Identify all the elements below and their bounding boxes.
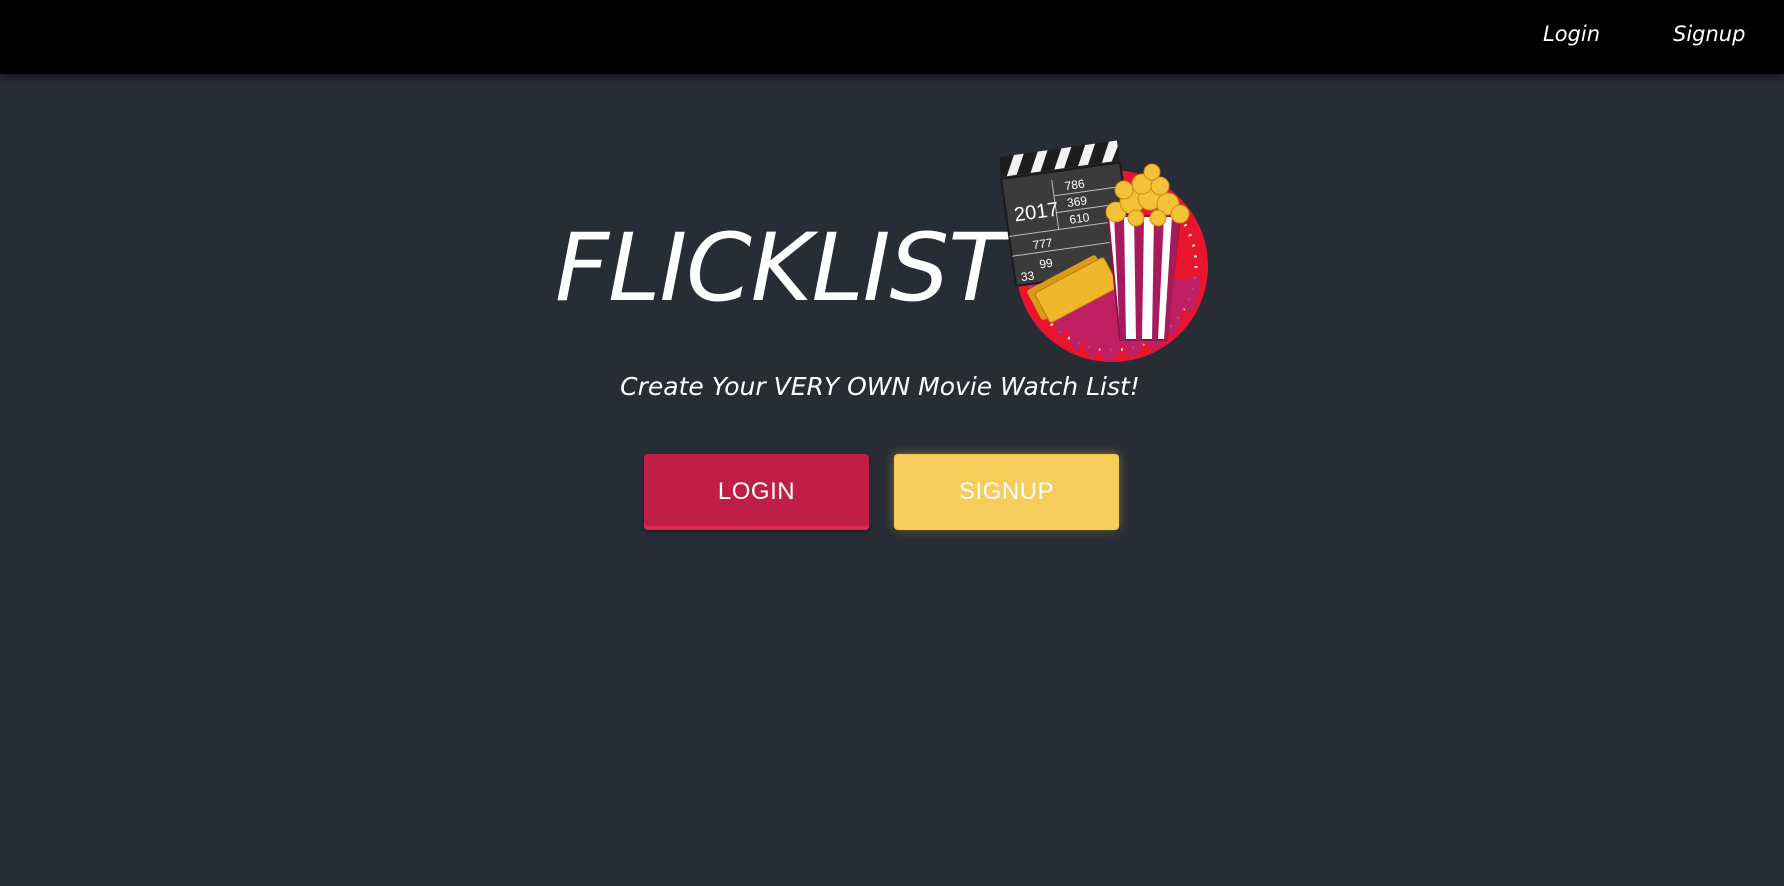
svg-text:33: 33 xyxy=(1020,268,1035,284)
svg-text:777: 777 xyxy=(1032,236,1054,253)
top-navbar: Login Signup xyxy=(0,0,1784,74)
brand-title: FLICKLIST xyxy=(555,214,1006,323)
tagline: Create Your VERY OWN Movie Watch List! xyxy=(620,372,1140,401)
nav-login-link[interactable]: Login xyxy=(1543,22,1600,46)
movie-logo-icon: 2017 786 369 610 777 99 33 xyxy=(1000,140,1208,362)
svg-text:369: 369 xyxy=(1066,193,1088,210)
svg-text:99: 99 xyxy=(1038,256,1053,272)
login-button[interactable]: LOGIN xyxy=(644,454,869,530)
svg-text:786: 786 xyxy=(1064,176,1086,193)
svg-text:610: 610 xyxy=(1069,210,1091,227)
nav-signup-link[interactable]: Signup xyxy=(1673,22,1745,46)
signup-button[interactable]: SIGNUP xyxy=(894,454,1119,530)
